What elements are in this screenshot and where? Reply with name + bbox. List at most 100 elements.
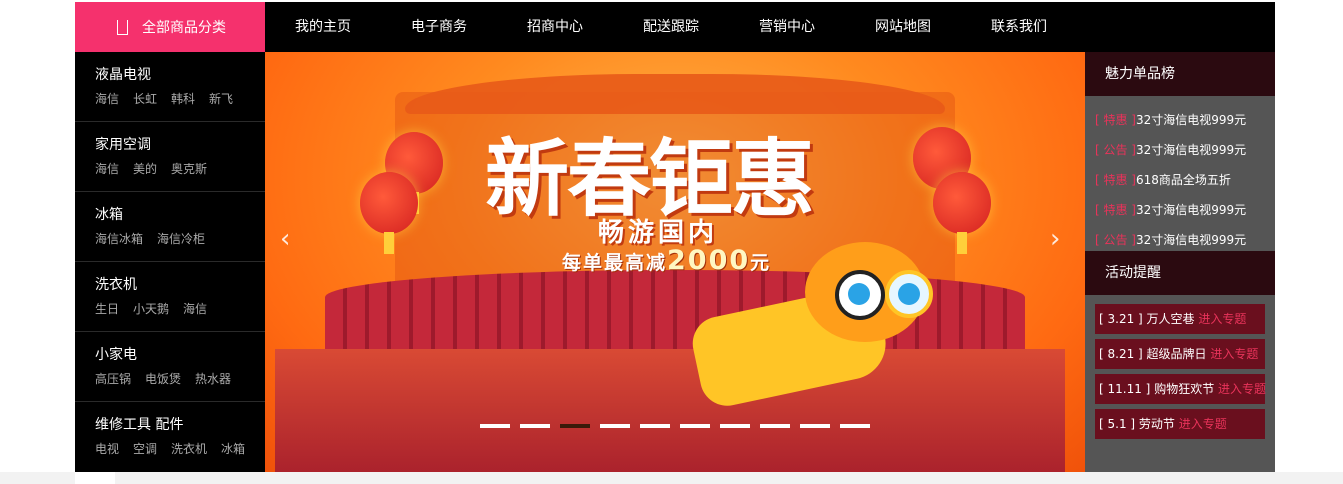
subcategory-link[interactable]: 海信冰箱 <box>95 230 143 247</box>
slide-dot[interactable] <box>480 424 510 428</box>
event-date: [ 3.21 ] <box>1099 312 1143 326</box>
subcategory-link[interactable]: 长虹 <box>133 90 157 107</box>
nav-item-ecommerce[interactable]: 电子商务 <box>381 2 497 52</box>
category-fridge: 冰箱 海信冰箱 海信冷柜 <box>75 192 265 262</box>
banner-offer: 每单最高减2000元 <box>562 245 771 276</box>
event-link[interactable]: 进入专题 <box>1198 312 1246 326</box>
right-panel: 魅力单品榜 [ 特惠 ]32寸海信电视999元 [ 公告 ]32寸海信电视999… <box>1085 52 1275 472</box>
category-repair-parts: 维修工具 配件 电视 空调 洗衣机 冰箱 <box>75 402 265 472</box>
nav-item-marketing[interactable]: 营销中心 <box>729 2 845 52</box>
event-date: [ 8.21 ] <box>1099 347 1143 361</box>
event-name: 万人空巷 <box>1146 312 1195 326</box>
event-date: [ 5.1 ] <box>1099 417 1136 431</box>
main-nav: 我的主页 电子商务 招商中心 配送跟踪 营销中心 网站地图 联系我们 <box>265 2 1077 52</box>
next-arrow-icon[interactable]: › <box>1050 224 1060 254</box>
ranking-tag: [ 公告 ] <box>1095 143 1136 157</box>
subcategory-link[interactable]: 海信 <box>95 90 119 107</box>
ranking-item[interactable]: [ 特惠 ]32寸海信电视999元 <box>1095 105 1275 135</box>
subcategory-link[interactable]: 韩科 <box>171 90 195 107</box>
subcategory-link[interactable]: 奥克斯 <box>171 160 207 177</box>
event-name: 劳动节 <box>1138 417 1175 431</box>
slide-dot[interactable] <box>520 424 550 428</box>
event-date: [ 11.11 ] <box>1099 382 1151 396</box>
category-title[interactable]: 维修工具 配件 <box>95 402 265 436</box>
subcategory-link[interactable]: 新飞 <box>209 90 233 107</box>
slide-dot[interactable] <box>800 424 830 428</box>
slide-dot[interactable] <box>640 424 670 428</box>
event-item[interactable]: [ 8.21 ] 超级品牌日 进入专题 <box>1095 339 1265 369</box>
promo-banner[interactable]: 新春钜惠 畅游国内 每单最高减2000元 ‹ › <box>265 52 1085 472</box>
ranking-tag: [ 特惠 ] <box>1095 203 1136 217</box>
lantern-icon <box>933 172 991 254</box>
category-title[interactable]: 冰箱 <box>95 192 265 226</box>
category-tv: 液晶电视 海信 长虹 韩科 新飞 <box>75 52 265 122</box>
subcategory-link[interactable]: 空调 <box>133 440 157 457</box>
category-ac: 家用空调 海信 美的 奥克斯 <box>75 122 265 192</box>
category-washer: 洗衣机 生日 小天鹅 海信 <box>75 262 265 332</box>
nav-item-investment[interactable]: 招商中心 <box>497 2 613 52</box>
slide-indicators <box>480 424 880 428</box>
subcategory-link[interactable]: 海信 <box>183 300 207 317</box>
ranking-text: 32寸海信电视999元 <box>1136 203 1247 217</box>
subcategory-link[interactable]: 冰箱 <box>221 440 245 457</box>
ranking-text: 32寸海信电视999元 <box>1136 143 1247 157</box>
subcategory-link[interactable]: 热水器 <box>195 370 231 387</box>
event-link[interactable]: 进入专题 <box>1210 347 1258 361</box>
subcategory-link[interactable]: 电视 <box>95 440 119 457</box>
ranking-item[interactable]: [ 公告 ]32寸海信电视999元 <box>1095 135 1275 165</box>
events-list: [ 3.21 ] 万人空巷 进入专题 [ 8.21 ] 超级品牌日 进入专题 [… <box>1085 295 1275 439</box>
banner-subtitle: 畅游国内 <box>598 218 719 248</box>
ranking-item[interactable]: [ 特惠 ]618商品全场五折 <box>1095 165 1275 195</box>
banner-wall-art <box>275 349 1065 472</box>
subcategory-link[interactable]: 海信冷柜 <box>157 230 205 247</box>
slide-dot[interactable] <box>760 424 790 428</box>
page-bottom-strip <box>0 472 1343 484</box>
event-item[interactable]: [ 3.21 ] 万人空巷 进入专题 <box>1095 304 1265 334</box>
slide-dot[interactable] <box>720 424 750 428</box>
event-link[interactable]: 进入专题 <box>1179 417 1227 431</box>
category-title[interactable]: 家用空调 <box>95 122 265 156</box>
category-title[interactable]: 小家电 <box>95 332 265 366</box>
nav-item-contact[interactable]: 联系我们 <box>961 2 1077 52</box>
event-name: 超级品牌日 <box>1146 347 1207 361</box>
category-sidebar: 液晶电视 海信 长虹 韩科 新飞 家用空调 海信 美的 奥克斯 冰箱 海信冰箱 … <box>75 52 265 472</box>
slide-dot[interactable] <box>600 424 630 428</box>
ranking-title: 魅力单品榜 <box>1085 52 1275 96</box>
ranking-tag: [ 特惠 ] <box>1095 173 1136 187</box>
ranking-item[interactable]: [ 特惠 ]32寸海信电视999元 <box>1095 195 1275 225</box>
subcategory-link[interactable]: 电饭煲 <box>145 370 181 387</box>
nav-item-home[interactable]: 我的主页 <box>265 2 381 52</box>
offer-unit: 元 <box>750 252 772 274</box>
offer-prefix: 每单最高减 <box>562 252 668 274</box>
lantern-icon <box>360 172 418 254</box>
subcategory-link[interactable]: 小天鹅 <box>133 300 169 317</box>
slide-dot[interactable] <box>560 424 590 428</box>
offer-amount: 2000 <box>667 245 751 276</box>
category-title[interactable]: 液晶电视 <box>95 52 265 86</box>
subcategory-link[interactable]: 海信 <box>95 160 119 177</box>
ranking-tag: [ 公告 ] <box>1095 233 1136 247</box>
event-link[interactable]: 进入专题 <box>1218 382 1266 396</box>
all-categories-label: 全部商品分类 <box>142 20 226 36</box>
subcategory-link[interactable]: 美的 <box>133 160 157 177</box>
slide-dot[interactable] <box>840 424 870 428</box>
event-item[interactable]: [ 11.11 ] 购物狂欢节 进入专题 <box>1095 374 1266 404</box>
events-title: 活动提醒 <box>1085 251 1275 295</box>
ranking-text: 618商品全场五折 <box>1136 173 1231 187</box>
subcategory-link[interactable]: 生日 <box>95 300 119 317</box>
all-categories-button[interactable]: 全部商品分类 <box>75 2 265 52</box>
category-small-appliance: 小家电 高压锅 电饭煲 热水器 <box>75 332 265 402</box>
list-icon <box>117 19 128 35</box>
subcategory-link[interactable]: 高压锅 <box>95 370 131 387</box>
prev-arrow-icon[interactable]: ‹ <box>280 224 290 254</box>
banner-roof-art <box>405 74 945 114</box>
slide-dot[interactable] <box>680 424 710 428</box>
event-item[interactable]: [ 5.1 ] 劳动节 进入专题 <box>1095 409 1265 439</box>
ranking-text: 32寸海信电视999元 <box>1136 113 1247 127</box>
category-title[interactable]: 洗衣机 <box>95 262 265 296</box>
ranking-list: [ 特惠 ]32寸海信电视999元 [ 公告 ]32寸海信电视999元 [ 特惠… <box>1085 96 1275 251</box>
nav-item-delivery[interactable]: 配送跟踪 <box>613 2 729 52</box>
event-name: 购物狂欢节 <box>1154 382 1215 396</box>
subcategory-link[interactable]: 洗衣机 <box>171 440 207 457</box>
nav-item-sitemap[interactable]: 网站地图 <box>845 2 961 52</box>
